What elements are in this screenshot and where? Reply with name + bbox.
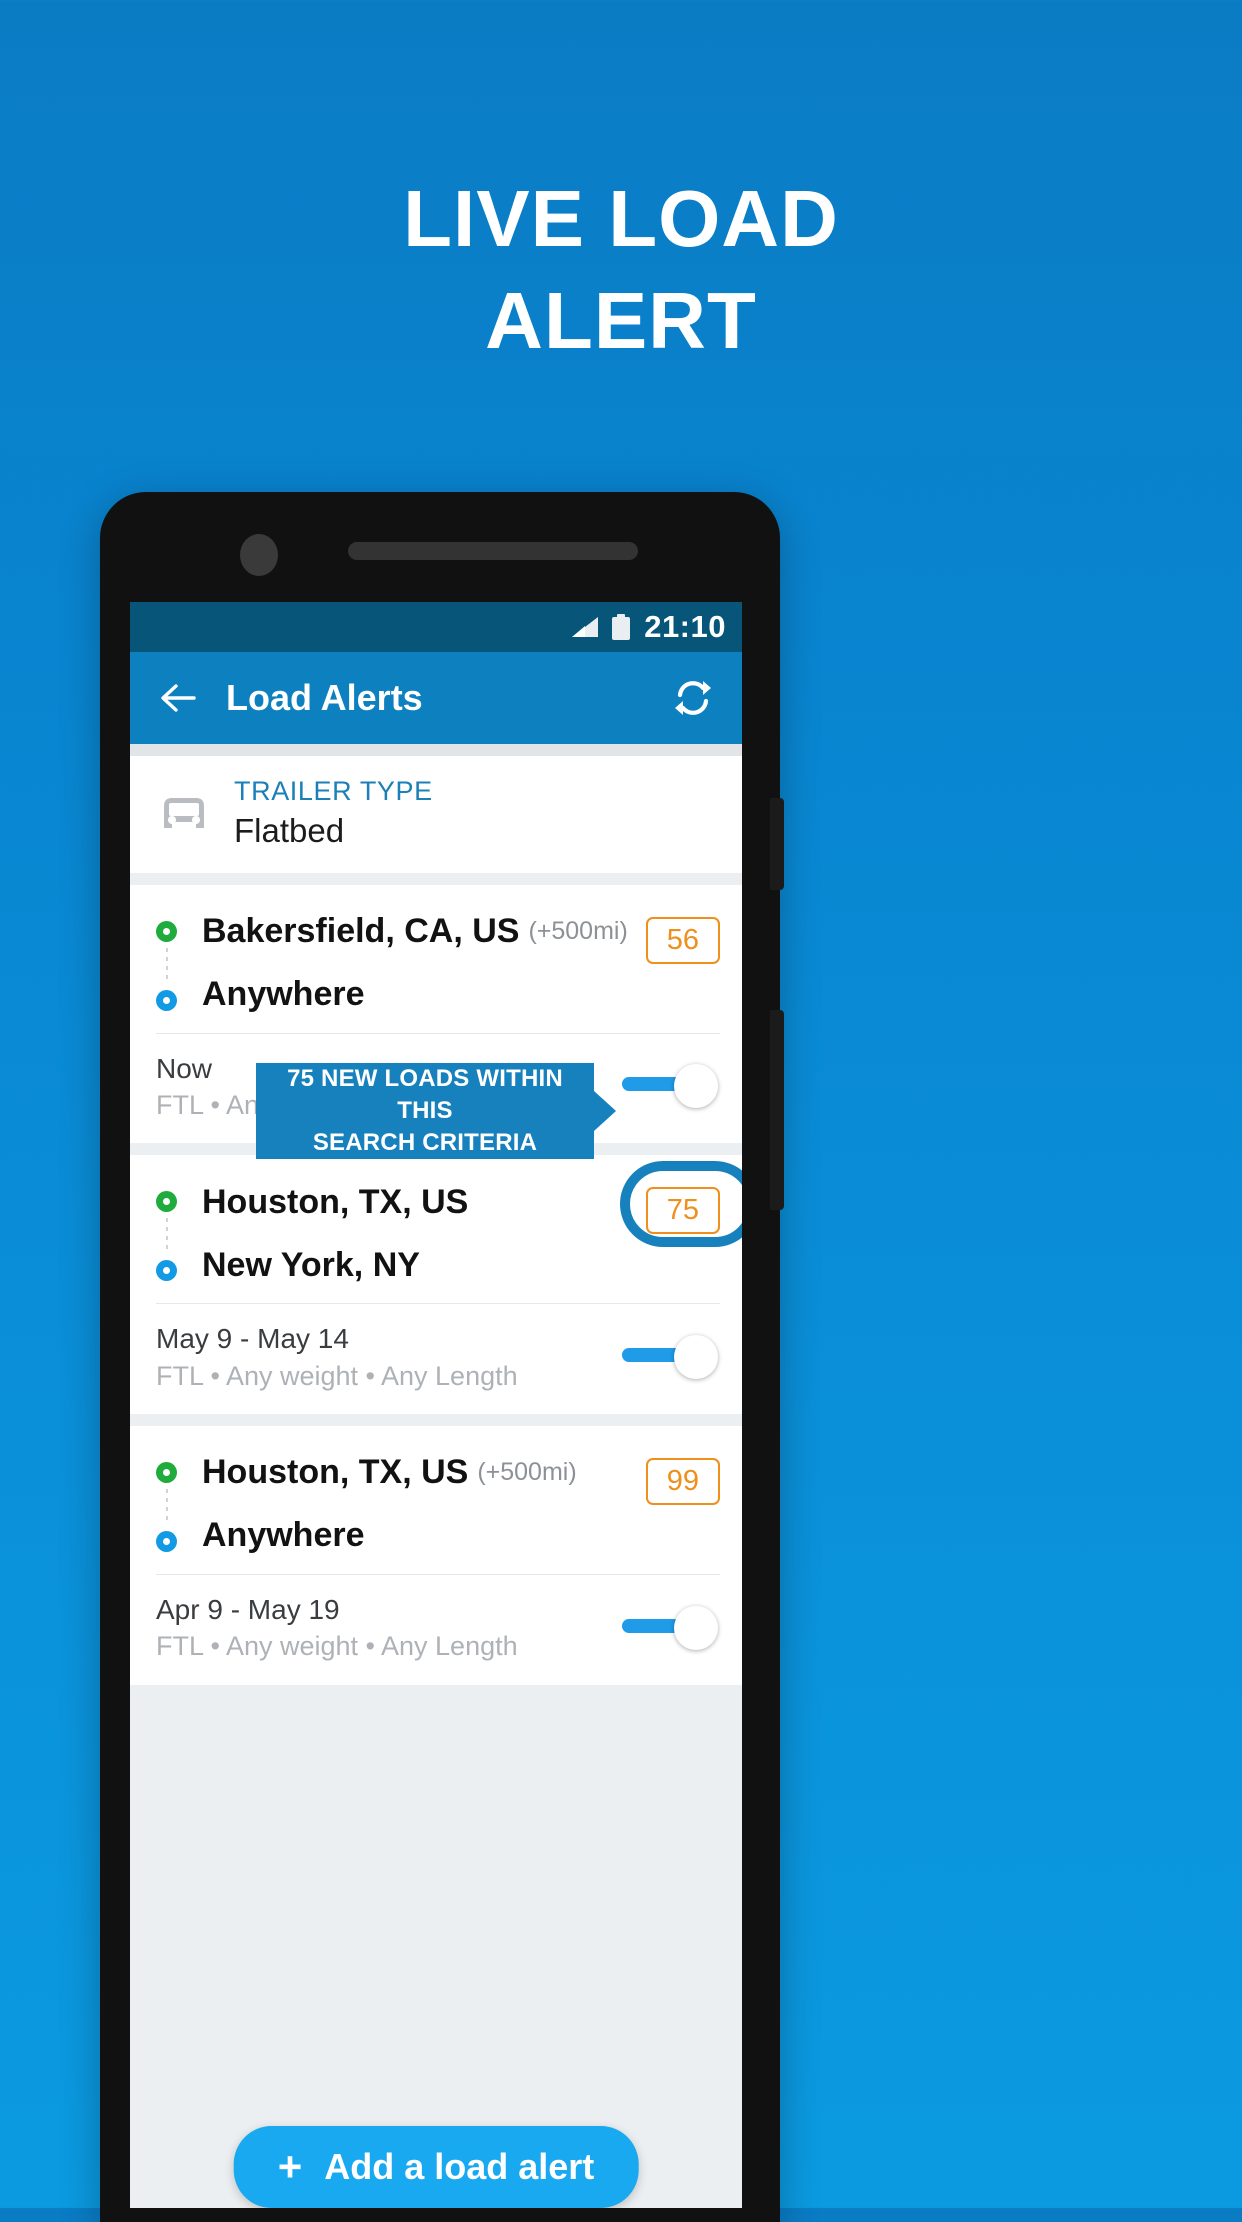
- alert-toggle-switch[interactable]: [622, 1064, 718, 1109]
- battery-full-icon: [612, 614, 631, 640]
- alert-meta-section: Apr 9 - May 19 FTL • Any weight • Any Le…: [130, 1575, 742, 1685]
- alert-route-section: Bakersfield, CA, US (+500mi) Anywhere 56: [130, 885, 742, 1033]
- status-bar: 21:10: [130, 602, 742, 652]
- origin-dot-icon: [156, 920, 177, 942]
- alert-card[interactable]: Houston, TX, US (+500mi) Anywhere 99 Apr…: [130, 1425, 742, 1685]
- add-load-alert-label: Add a load alert: [324, 2146, 595, 2187]
- appbar-bottom-strip: [130, 744, 742, 756]
- destination-dot-icon: [156, 989, 177, 1011]
- phone-side-button-power[interactable]: [770, 1010, 784, 1210]
- tooltip-line-1: 75 NEW LOADS WITHIN THIS: [287, 1065, 563, 1125]
- alert-meta-section: May 9 - May 14 FTL • Any weight • Any Le…: [130, 1304, 742, 1414]
- route-indicator: [156, 1452, 186, 1552]
- alert-specs: FTL • Any weight • Any Length: [156, 1631, 518, 1662]
- route-indicator: [156, 1181, 186, 1282]
- headline-line-1: LIVE LOAD: [403, 174, 839, 263]
- route-places: Houston, TX, US New York, NY: [202, 1181, 646, 1285]
- refresh-sync-icon[interactable]: [670, 675, 716, 721]
- trailer-type-label: TRAILER TYPE: [234, 776, 433, 806]
- signal-bars-icon: [572, 617, 599, 637]
- headline-line-2: ALERT: [485, 276, 757, 366]
- toggle-thumb: [674, 1064, 718, 1109]
- phone-side-button-volume[interactable]: [770, 798, 784, 890]
- destination-city: Anywhere: [202, 975, 365, 1014]
- origin-radius: (+500mi): [528, 916, 628, 945]
- alert-date: Apr 9 - May 19: [156, 1593, 340, 1625]
- load-count-badge[interactable]: 56: [645, 916, 720, 964]
- badge-wrapper: 75: [619, 1161, 742, 1248]
- origin-city: Houston, TX, US: [202, 1182, 469, 1221]
- route-indicator: [156, 911, 186, 1011]
- truck-front-icon: [156, 790, 212, 836]
- origin-city: Bakersfield, CA, US: [202, 912, 520, 951]
- origin-row: Houston, TX, US (+500mi): [202, 1452, 646, 1493]
- alert-toggle-switch[interactable]: [622, 1335, 718, 1380]
- phone-screen: 21:10 Load Alerts TRAILER TYPE Flatbed B…: [130, 602, 742, 2208]
- promo-headline: LIVE LOAD ALERT: [0, 168, 1242, 373]
- origin-dot-icon: [156, 1191, 177, 1213]
- route-dashed-line: [165, 947, 168, 984]
- trailer-type-row[interactable]: TRAILER TYPE Flatbed: [130, 756, 742, 873]
- alert-toggle-switch[interactable]: [622, 1605, 718, 1650]
- arrow-back-icon[interactable]: [156, 676, 200, 720]
- destination-row: New York, NY: [202, 1244, 646, 1285]
- destination-dot-icon: [156, 1530, 177, 1552]
- bottom-bar: + Add a load alert: [130, 2078, 742, 2208]
- origin-row: Houston, TX, US: [202, 1181, 646, 1222]
- origin-row: Bakersfield, CA, US (+500mi): [202, 911, 646, 952]
- destination-city: New York, NY: [202, 1245, 420, 1284]
- status-bar-clock: 21:10: [644, 609, 726, 644]
- tooltip-line-2: SEARCH CRITERIA: [312, 1128, 538, 1156]
- origin-dot-icon: [156, 1461, 177, 1483]
- toggle-thumb: [674, 1335, 718, 1380]
- route-places: Bakersfield, CA, US (+500mi) Anywhere: [202, 911, 646, 1015]
- plus-icon: +: [277, 2143, 303, 2190]
- origin-radius: (+500mi): [477, 1457, 577, 1486]
- phone-front-camera-icon: [240, 534, 278, 576]
- route-places: Houston, TX, US (+500mi) Anywhere: [202, 1452, 646, 1556]
- destination-row: Anywhere: [202, 974, 646, 1015]
- app-bar: Load Alerts: [130, 652, 742, 744]
- destination-city: Anywhere: [202, 1516, 365, 1555]
- origin-city: Houston, TX, US: [202, 1453, 469, 1492]
- load-count-badge[interactable]: 75: [645, 1187, 720, 1235]
- alert-meta: Apr 9 - May 19 FTL • Any weight • Any Le…: [156, 1591, 622, 1665]
- alert-card[interactable]: Houston, TX, US New York, NY 75 May 9 - …: [130, 1155, 742, 1414]
- phone-earpiece-speaker: [348, 542, 638, 560]
- page-title: Load Alerts: [226, 677, 423, 718]
- destination-row: Anywhere: [202, 1515, 646, 1556]
- alert-date: May 9 - May 14: [156, 1323, 349, 1355]
- destination-dot-icon: [156, 1260, 177, 1282]
- route-dashed-line: [165, 1488, 168, 1525]
- alert-route-section: Houston, TX, US (+500mi) Anywhere 99: [130, 1426, 742, 1574]
- load-count-badge[interactable]: 99: [645, 1457, 720, 1505]
- trailer-type-value: Flatbed: [234, 811, 345, 849]
- alert-route-section: Houston, TX, US New York, NY 75: [130, 1155, 742, 1303]
- toggle-thumb: [674, 1605, 718, 1650]
- badge-wrapper: 99: [645, 1452, 720, 1505]
- alert-meta: May 9 - May 14 FTL • Any weight • Any Le…: [156, 1320, 622, 1394]
- badge-wrapper: 56: [645, 911, 720, 964]
- alert-specs: FTL • Any weight • Any Length: [156, 1360, 518, 1391]
- route-dashed-line: [165, 1218, 168, 1255]
- new-loads-tooltip: 75 NEW LOADS WITHIN THIS SEARCH CRITERIA: [256, 1063, 616, 1159]
- add-load-alert-button[interactable]: + Add a load alert: [233, 2126, 639, 2208]
